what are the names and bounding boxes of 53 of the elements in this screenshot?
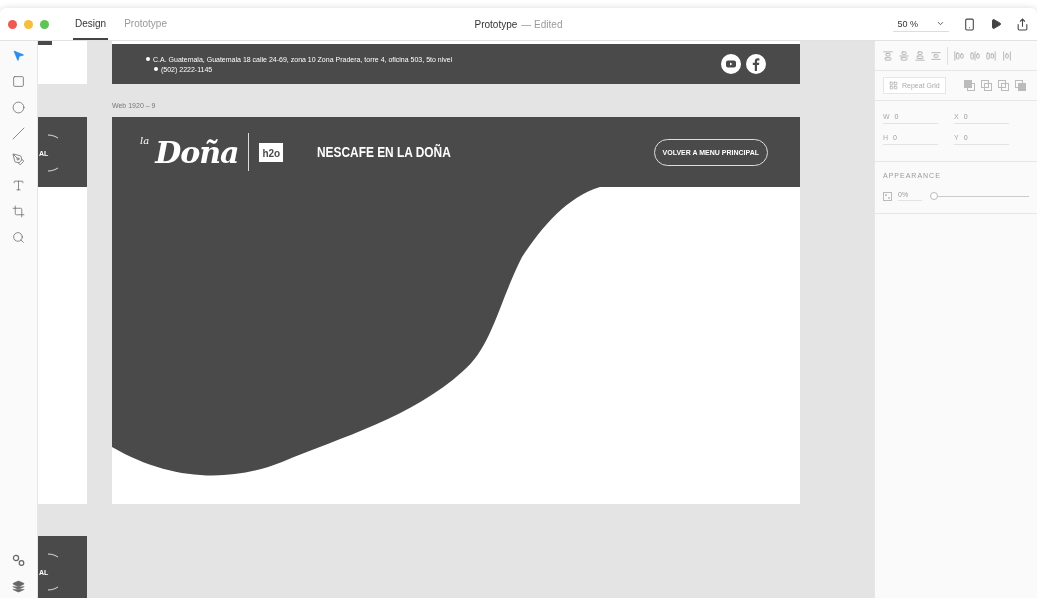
pen-icon bbox=[12, 152, 25, 166]
align-center-icon[interactable] bbox=[970, 50, 980, 61]
button-outline bbox=[48, 553, 59, 591]
document-title: Prototype bbox=[474, 18, 518, 30]
phone-icon[interactable] bbox=[963, 17, 976, 31]
header-band bbox=[38, 117, 87, 187]
pointer-icon bbox=[12, 48, 25, 62]
opacity-icon bbox=[883, 191, 892, 201]
mode-tab[interactable]: Prototype bbox=[122, 8, 169, 40]
chevron-icon bbox=[936, 19, 945, 28]
tool-button[interactable] bbox=[10, 578, 27, 594]
plugins-icon bbox=[12, 553, 25, 567]
logo-text: Doña bbox=[155, 134, 239, 170]
tool-button[interactable] bbox=[10, 73, 27, 89]
tool-button[interactable] bbox=[10, 229, 27, 245]
boolean-icon[interactable] bbox=[963, 80, 975, 91]
boolean-icon[interactable] bbox=[997, 80, 1009, 91]
align-bottom-icon[interactable] bbox=[915, 50, 925, 61]
video-icon[interactable] bbox=[721, 54, 741, 74]
tool-button[interactable] bbox=[10, 552, 27, 568]
grid-icon bbox=[889, 81, 898, 90]
align-top-icon[interactable] bbox=[883, 50, 893, 61]
line-icon bbox=[12, 126, 25, 140]
tool-button[interactable] bbox=[10, 99, 27, 115]
search-icon bbox=[12, 230, 25, 244]
page-heading: NESCAFE EN LA DOÑA bbox=[317, 144, 451, 160]
tool-button[interactable] bbox=[10, 125, 27, 141]
text-tool-icon bbox=[12, 178, 25, 192]
align-middle-icon[interactable] bbox=[899, 50, 909, 61]
logo-text: la bbox=[140, 135, 150, 146]
document-status: — Edited bbox=[521, 18, 563, 30]
tool-button[interactable] bbox=[10, 203, 27, 219]
logo-badge: h2o bbox=[259, 142, 284, 162]
distribute-icon[interactable] bbox=[1002, 50, 1012, 61]
close-button[interactable] bbox=[8, 19, 17, 29]
slider-thumb[interactable] bbox=[930, 191, 938, 200]
tool-button[interactable] bbox=[10, 151, 27, 167]
rectangle-icon bbox=[12, 74, 25, 88]
boolean-icon[interactable] bbox=[980, 80, 992, 91]
facebook-icon[interactable] bbox=[746, 54, 766, 74]
maximize-button[interactable] bbox=[40, 19, 49, 29]
distribute-icon[interactable] bbox=[931, 50, 941, 61]
ellipse-icon bbox=[12, 100, 25, 114]
boolean-icon[interactable] bbox=[1014, 80, 1026, 91]
share-icon[interactable] bbox=[1016, 17, 1029, 31]
align-right-icon[interactable] bbox=[986, 50, 996, 61]
layers-icon bbox=[12, 579, 25, 593]
zoom-dropdown[interactable]: 50 % bbox=[893, 16, 949, 32]
align-left-icon[interactable] bbox=[954, 50, 964, 61]
button-outline bbox=[48, 134, 59, 172]
artboard-icon bbox=[12, 204, 25, 218]
play-icon[interactable] bbox=[990, 18, 1002, 30]
minimize-button[interactable] bbox=[24, 19, 33, 29]
